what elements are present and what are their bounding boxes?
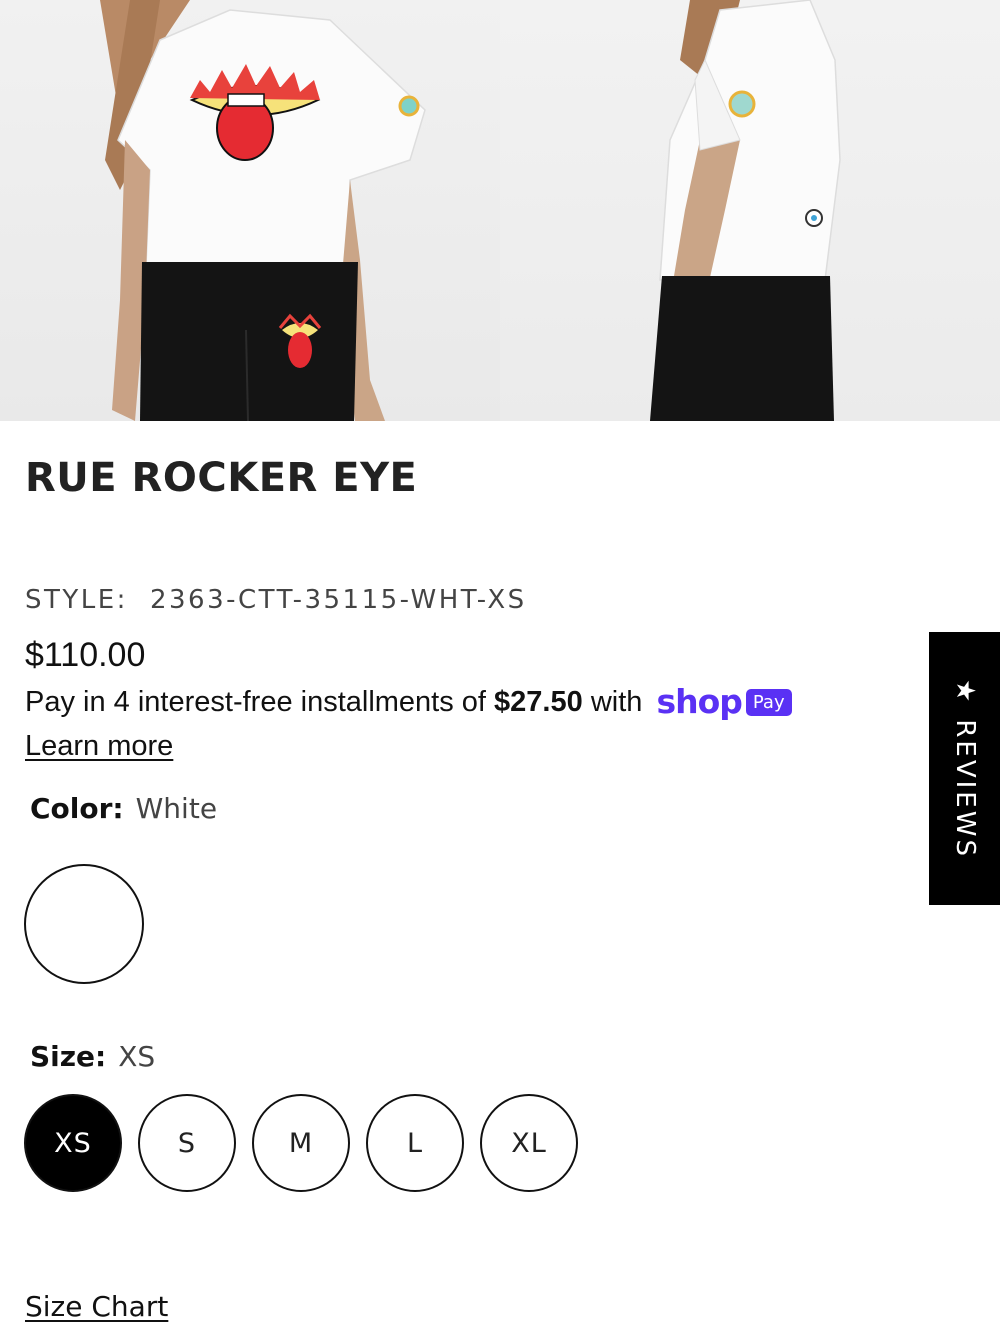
- reviews-tab-label-group: ★ REVIEWS: [950, 679, 980, 859]
- product-price: $110.00: [25, 636, 146, 674]
- reviews-tab[interactable]: ★ REVIEWS: [929, 632, 1000, 905]
- selected-size-value: XS: [118, 1040, 156, 1073]
- size-option-xl[interactable]: XL: [480, 1094, 578, 1192]
- size-selector-label: Size: XS: [30, 1040, 155, 1073]
- color-selector-label: Color: White: [30, 792, 217, 825]
- installments-text: Pay in 4 interest-free installments of: [25, 686, 486, 718]
- size-option-m[interactable]: M: [252, 1094, 350, 1192]
- style-row: STYLE: 2363-CTT-35115-WHT-XS: [25, 585, 527, 615]
- size-label: Size:: [30, 1040, 107, 1073]
- color-swatch-white[interactable]: [24, 864, 144, 984]
- size-chart-link[interactable]: Size Chart: [25, 1290, 168, 1323]
- learn-more-link[interactable]: Learn more: [25, 730, 173, 763]
- product-image-gallery[interactable]: [0, 0, 1000, 421]
- installment-amount: $27.50: [494, 686, 583, 718]
- reviews-tab-label: REVIEWS: [949, 718, 980, 859]
- selected-color-value: White: [135, 792, 218, 825]
- style-label: STYLE:: [25, 585, 128, 615]
- product-photo-side[interactable]: [500, 0, 1000, 421]
- size-options: XS S M L XL: [24, 1094, 578, 1192]
- color-label: Color:: [30, 792, 124, 825]
- size-option-l[interactable]: L: [366, 1094, 464, 1192]
- product-title: RUE ROCKER EYE: [25, 455, 418, 501]
- product-photo-front[interactable]: [0, 0, 500, 421]
- shop-pay-installments: Pay in 4 interest-free installments of $…: [25, 682, 925, 721]
- shop-pay-logo: shop: [656, 682, 742, 721]
- shop-pay-badge: Pay: [745, 689, 792, 716]
- installments-with: with: [590, 686, 643, 718]
- star-icon: ★: [949, 678, 980, 705]
- size-option-s[interactable]: S: [138, 1094, 236, 1192]
- style-code: 2363-CTT-35115-WHT-XS: [149, 585, 527, 615]
- size-option-xs[interactable]: XS: [24, 1094, 122, 1192]
